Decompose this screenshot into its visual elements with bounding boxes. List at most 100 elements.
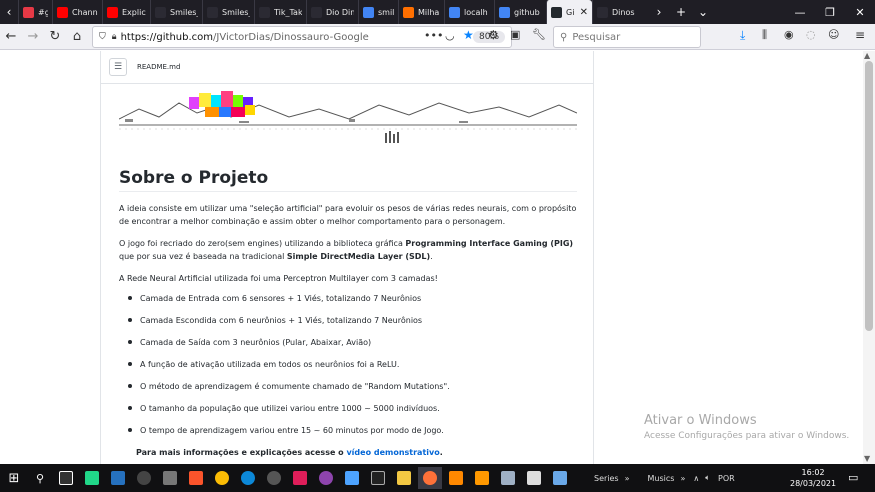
nav-bar: ← → ↻ ⌂ ⛉ 🔒︎ https://github.com/JVictorD… xyxy=(0,24,875,50)
paragraph-network: A Rede Neural Artificial utilizada foi u… xyxy=(119,274,438,283)
home-icon[interactable]: ⌂ xyxy=(66,26,88,48)
tab-favicon-icon xyxy=(259,6,270,18)
library-icon[interactable]: ⫼ xyxy=(762,28,767,42)
tab-favicon-icon xyxy=(403,6,414,18)
tab[interactable]: Dio Dino C xyxy=(306,0,358,24)
app-sublime-icon[interactable] xyxy=(470,467,494,489)
menu-icon[interactable]: ≡ xyxy=(855,28,865,42)
tab[interactable]: Explic xyxy=(102,0,150,24)
forward-icon[interactable]: → xyxy=(22,26,44,48)
tab[interactable]: Smiles_Jog xyxy=(150,0,202,24)
app-pycharm-icon[interactable] xyxy=(80,467,104,489)
close-tab-icon[interactable]: ✕ xyxy=(580,7,588,18)
app-folder-icon[interactable] xyxy=(392,467,416,489)
watermark-title: Ativar o Windows xyxy=(644,413,757,428)
app-firefox-icon[interactable] xyxy=(418,467,442,489)
p2-text-c: que por sua vez é baseada na tradicional xyxy=(119,252,287,261)
list-item: O tamanho da população que utilizei vari… xyxy=(119,404,440,413)
reload-icon[interactable]: ↻ xyxy=(44,26,66,48)
url-path: /JVictorDias/Dinossauro-Google xyxy=(213,31,369,43)
p2-text-a: O jogo foi recriado do zero(sem engines)… xyxy=(119,239,406,248)
tab-scroll-left-button[interactable]: ‹ xyxy=(0,0,18,24)
back-icon[interactable]: ← xyxy=(0,26,22,48)
tab-label: github xyxy=(514,7,540,17)
language-indicator[interactable]: POR xyxy=(718,474,735,483)
app-vlc-icon[interactable] xyxy=(444,467,468,489)
list-item: Camada Escondida com 6 neurônios + 1 Vié… xyxy=(119,316,422,325)
tab[interactable]: Chann xyxy=(52,0,102,24)
search-input[interactable]: ⚲ Pesquisar xyxy=(553,26,701,48)
clock[interactable]: 16:02 28/03/2021 xyxy=(790,467,836,489)
pocket-icon[interactable]: ◡ xyxy=(445,29,455,42)
app-mail-icon[interactable] xyxy=(158,467,182,489)
app-obs-icon[interactable] xyxy=(262,467,286,489)
chevron-right-icon[interactable]: » xyxy=(680,474,685,483)
app-davinci-icon[interactable] xyxy=(132,467,156,489)
wrench-icon[interactable]: 🔧︎ xyxy=(532,28,546,41)
volume-icon[interactable]: 🔈︎ xyxy=(705,473,710,483)
app-slack-icon[interactable] xyxy=(288,467,312,489)
start-icon[interactable]: ⊞ xyxy=(2,467,26,489)
clock-time: 16:02 xyxy=(801,468,825,477)
scrollbar-thumb[interactable] xyxy=(865,61,873,331)
tab[interactable]: Dinos xyxy=(592,0,648,24)
extension-icon[interactable]: ☺ xyxy=(828,28,839,41)
tab-label: Git xyxy=(566,7,574,17)
search-taskbar-icon[interactable]: ⚲ xyxy=(28,467,52,489)
app-intellij-icon[interactable] xyxy=(54,467,78,489)
video-link[interactable]: vídeo demonstrativo xyxy=(346,448,439,457)
reader-icon[interactable]: ▣ xyxy=(510,28,520,41)
more-info-suffix: . xyxy=(439,448,443,457)
sync-icon[interactable]: ◌ xyxy=(806,28,816,41)
app-files-icon[interactable] xyxy=(496,467,520,489)
restore-button[interactable]: ❐ xyxy=(815,0,845,24)
scroll-up-icon[interactable]: ▲ xyxy=(864,51,870,60)
page-scrollbar[interactable]: ▲ ▼ xyxy=(863,51,875,464)
app-photos-icon[interactable] xyxy=(522,467,546,489)
new-tab-button[interactable]: + xyxy=(670,0,692,24)
tab[interactable]: Git ✕ xyxy=(546,0,592,24)
tab-list-dropdown-icon[interactable]: ⌄ xyxy=(692,0,714,24)
search-icon: ⚲ xyxy=(560,31,568,43)
p2-text-e: . xyxy=(430,252,433,261)
bookmark-star-icon[interactable]: ★ xyxy=(463,28,474,42)
app-explorer-icon[interactable] xyxy=(340,467,364,489)
tab[interactable]: Milha xyxy=(398,0,444,24)
more-info-prefix: Para mais informações e explicações aces… xyxy=(136,448,347,457)
close-window-button[interactable]: ✕ xyxy=(845,0,875,24)
notifications-icon[interactable]: ▭ xyxy=(848,471,858,484)
tab-strip: ‹ #geral Chann Explic Smiles_Jog Smiles_Jog T… xyxy=(0,0,875,24)
scroll-down-icon[interactable]: ▼ xyxy=(864,454,870,463)
app-chrome-icon[interactable] xyxy=(210,467,234,489)
account-icon[interactable]: ◉ xyxy=(784,28,794,41)
tab-scroll-right-button[interactable]: › xyxy=(648,0,670,24)
clock-date: 28/03/2021 xyxy=(790,479,837,488)
gear-icon[interactable]: ⚙ xyxy=(488,28,499,42)
tab[interactable]: #geral xyxy=(18,0,52,24)
show-hidden-icons-icon[interactable]: ∧ xyxy=(693,474,699,483)
tab[interactable]: localh xyxy=(444,0,494,24)
chevron-right-icon[interactable]: » xyxy=(625,474,630,483)
app-powershell-icon[interactable] xyxy=(106,467,130,489)
tab-label: localh xyxy=(464,7,488,17)
tab[interactable]: smiles xyxy=(358,0,398,24)
list-icon[interactable]: ☰ xyxy=(109,58,127,76)
tab-label: Explic xyxy=(122,7,146,17)
paragraph-engine: O jogo foi recriado do zero(sem engines)… xyxy=(119,237,579,263)
app-podcast-icon[interactable] xyxy=(314,467,338,489)
app-brave-icon[interactable] xyxy=(184,467,208,489)
tab[interactable]: github xyxy=(494,0,546,24)
toolbar-musics-label[interactable]: Musics xyxy=(648,474,675,483)
list-item: O tempo de aprendizagem variou entre 15 … xyxy=(119,426,444,435)
app-edge-icon[interactable] xyxy=(236,467,260,489)
toolbar-series-label[interactable]: Series xyxy=(594,474,619,483)
download-icon[interactable]: ⤓ xyxy=(740,28,745,43)
page-actions-icon[interactable]: ••• xyxy=(424,29,443,42)
app-notes-icon[interactable] xyxy=(548,467,572,489)
tab[interactable]: Tik_Tak_To xyxy=(254,0,306,24)
app-terminal-icon[interactable] xyxy=(366,467,390,489)
readme-box: ☰ README.md Sobre o Projeto A ideia cons… xyxy=(100,51,594,464)
tab[interactable]: Smiles_Jog xyxy=(202,0,254,24)
minimize-button[interactable]: — xyxy=(785,0,815,24)
shield-icon[interactable]: ⛉ xyxy=(99,32,106,42)
